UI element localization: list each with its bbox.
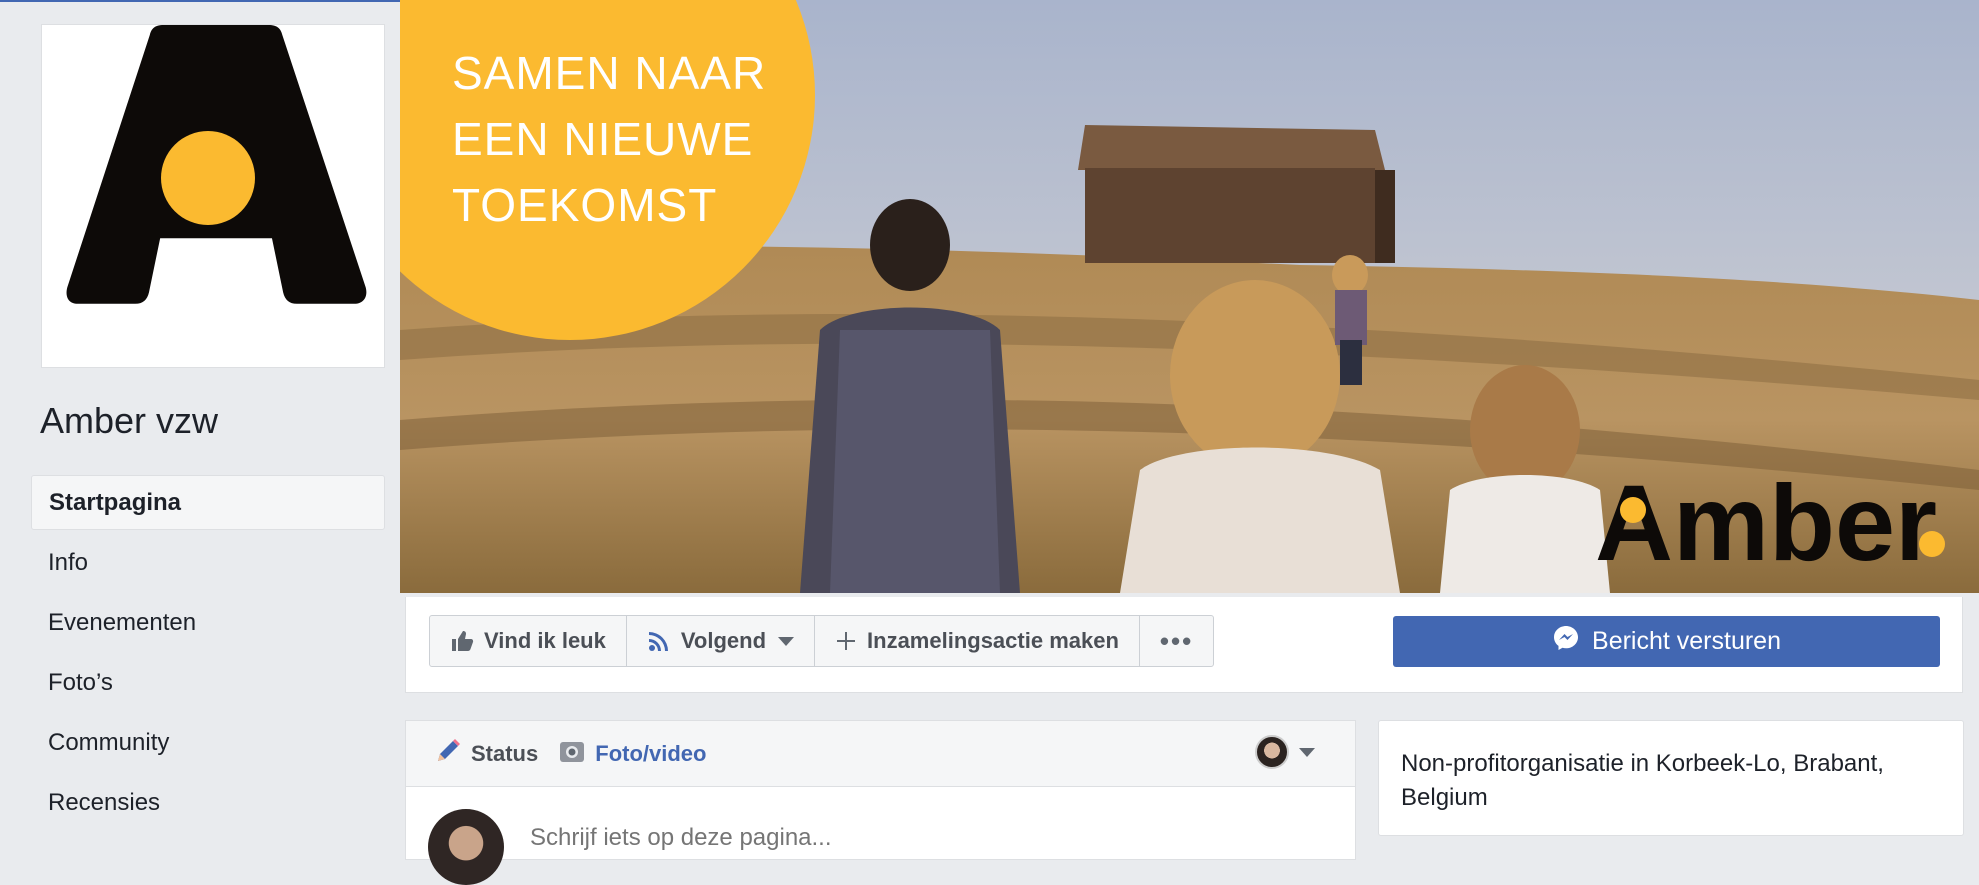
page-category-text: Non-profitorganisatie in Korbeek-Lo, Bra… (1401, 750, 1884, 811)
composer-body (406, 787, 1355, 885)
tab-photo-label: Foto/video (595, 740, 707, 766)
sidebar-item-info[interactable]: Info (31, 535, 385, 590)
sidebar-item-label: Foto’s (48, 668, 113, 696)
follow-button[interactable]: Volgend (627, 616, 816, 666)
sidebar-item-community[interactable]: Community (31, 715, 385, 770)
cover-photo[interactable]: Amber SAMEN NAAR EEN NIEUWE TOEKOMST (400, 0, 1979, 593)
tab-photo-video[interactable]: Foto/video (558, 737, 706, 771)
tab-status[interactable]: Status (434, 737, 538, 771)
post-composer: Status Foto/video (405, 720, 1356, 885)
sidebar-item-recensies[interactable]: Recensies (31, 775, 385, 830)
post-as-selector[interactable] (1255, 735, 1315, 769)
plus-icon (835, 630, 857, 652)
about-card: Non-profitorganisatie in Korbeek-Lo, Bra… (1378, 720, 1964, 836)
post-input[interactable] (528, 823, 1232, 853)
sidebar-item-label: Info (48, 548, 89, 576)
sidebar-item-label: Community (48, 728, 170, 756)
action-button-group: Vind ik leuk Volgend Inzamelingsactie ma… (429, 615, 1215, 667)
create-fundraiser-button[interactable]: Inzamelingsactie maken (815, 616, 1140, 666)
top-accent-line (0, 0, 400, 2)
like-button[interactable]: Vind ik leuk (430, 616, 627, 666)
sidebar-item-fotos[interactable]: Foto’s (31, 655, 385, 710)
tab-status-label: Status (471, 740, 539, 766)
camera-icon (558, 737, 586, 771)
chevron-down-icon (1299, 747, 1315, 757)
sidebar-item-label: Recensies (48, 788, 161, 816)
fundraiser-label: Inzamelingsactie maken (867, 628, 1119, 653)
composer-tabs: Status Foto/video (406, 721, 1355, 787)
profile-picture[interactable] (41, 24, 385, 368)
thumbs-up-icon (450, 629, 474, 653)
avatar (1255, 735, 1289, 769)
send-message-button[interactable]: Bericht versturen (1393, 616, 1940, 667)
sidebar-item-label: Evenementen (48, 608, 197, 636)
avatar (428, 809, 504, 885)
amber-logo-icon (66, 25, 367, 304)
send-label: Bericht versturen (1592, 627, 1781, 655)
svg-text:Amber: Amber (1595, 462, 1937, 583)
amber-wordmark-icon: Amber (1595, 462, 1945, 583)
sidebar-nav: Startpagina Info Evenementen Foto’s Comm… (31, 475, 385, 835)
more-dots-icon: ••• (1159, 626, 1194, 656)
page-title[interactable]: Amber vzw (40, 400, 218, 442)
chevron-down-icon (778, 636, 795, 646)
rss-icon (647, 629, 671, 653)
more-options-button[interactable]: ••• (1140, 616, 1213, 666)
cover-slogan: SAMEN NAAR EEN NIEUWE TOEKOMST (452, 47, 767, 231)
messenger-icon (1552, 624, 1580, 659)
sidebar-item-evenementen[interactable]: Evenementen (31, 595, 385, 650)
page-action-bar: Vind ik leuk Volgend Inzamelingsactie ma… (405, 597, 1963, 693)
sidebar-item-label: Startpagina (49, 488, 182, 516)
pencil-icon (434, 737, 462, 771)
like-label: Vind ik leuk (484, 628, 606, 653)
sidebar-item-startpagina[interactable]: Startpagina (31, 475, 385, 530)
follow-label: Volgend (680, 628, 767, 653)
